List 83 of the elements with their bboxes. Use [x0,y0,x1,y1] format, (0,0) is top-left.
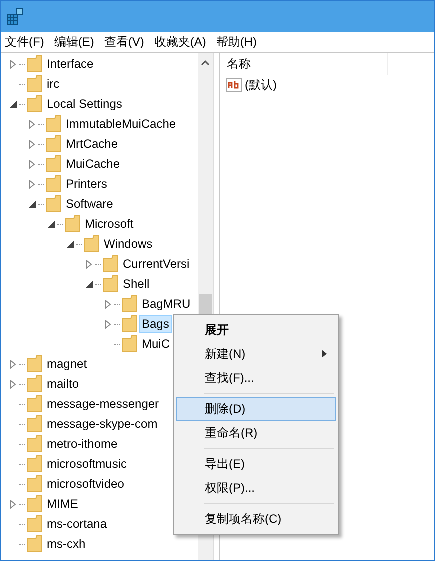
scroll-up-icon[interactable] [201,60,210,66]
folder-icon [103,275,119,293]
folder-icon [27,535,43,553]
tree-item[interactable]: ImmutableMuiCache [63,115,180,133]
menu-item[interactable]: 收藏夹(A) [150,34,212,50]
folder-icon [27,415,43,433]
value-name[interactable]: (默认) [245,76,277,94]
tree-item[interactable]: Microsoft [82,215,137,233]
folder-icon [122,335,138,353]
folder-icon [122,295,138,313]
folder-icon [27,495,43,513]
expanded-arrow-icon[interactable] [48,220,54,228]
collapsed-arrow-icon[interactable] [29,160,35,168]
menu-item[interactable]: 编辑(E) [50,34,100,50]
context-menu-item[interactable]: 复制项名称(C) [176,507,336,531]
collapsed-arrow-icon[interactable] [105,300,111,308]
folder-icon [27,475,43,493]
tree-item[interactable]: Shell [120,275,153,293]
tree-item[interactable]: Interface [44,55,97,73]
tree-item[interactable]: MIME [44,495,82,513]
menu-item[interactable]: 查看(V) [100,34,150,50]
context-menu-item[interactable]: 新建(N) [176,342,336,366]
expanded-arrow-icon[interactable] [86,280,92,288]
tree-item[interactable]: message-messenger [44,395,162,413]
tree-item[interactable]: Windows [101,235,156,253]
tree-item[interactable]: CurrentVersi [120,255,193,273]
tree-item[interactable]: Printers [63,175,110,193]
folder-icon [27,375,43,393]
collapsed-arrow-icon[interactable] [29,140,35,148]
context-menu-item[interactable]: 展开 [176,318,336,342]
context-menu-item[interactable]: 重命名(R) [176,421,336,445]
folder-icon [27,515,43,533]
tree-item[interactable]: magnet [44,355,90,373]
tree-item[interactable]: Software [63,195,116,213]
folder-icon [46,155,62,173]
expanded-arrow-icon[interactable] [28,200,36,208]
collapsed-arrow-icon[interactable] [105,320,111,328]
tree-item[interactable]: microsoftvideo [44,475,128,493]
folder-icon [46,135,62,153]
tree-item[interactable]: mailto [44,375,82,393]
column-header[interactable]: 名称 [220,53,388,75]
collapsed-arrow-icon[interactable] [10,360,16,368]
folder-icon [27,455,43,473]
collapsed-arrow-icon[interactable] [10,500,16,508]
expanded-arrow-icon[interactable] [10,100,16,108]
tree-item[interactable]: message-skype-com [44,415,161,433]
tree-item[interactable]: MuiCache [63,155,124,173]
context-menu-item[interactable]: 导出(E) [176,452,336,476]
context-menu-item[interactable]: 权限(P)... [176,476,336,500]
tree-item[interactable]: ms-cortana [44,515,110,533]
folder-icon [27,355,43,373]
folder-icon [103,255,119,273]
collapsed-arrow-icon[interactable] [10,380,16,388]
folder-icon [27,55,43,73]
collapsed-arrow-icon[interactable] [29,120,35,128]
folder-icon [27,395,43,413]
folder-icon [27,435,43,453]
tree-item[interactable]: ms-cxh [44,535,89,553]
tree-item[interactable]: irc [44,75,63,93]
folder-icon [46,115,62,133]
folder-icon [65,215,81,233]
context-menu-item[interactable]: 删除(D) [176,397,336,421]
tree-item[interactable]: MuiC [139,335,174,353]
tree-item[interactable]: Local Settings [44,95,126,113]
menu-item[interactable]: 帮助(H) [212,34,263,50]
collapsed-arrow-icon[interactable] [10,60,16,68]
tree-item[interactable]: microsoftmusic [44,455,130,473]
string-value-icon [226,77,242,93]
context-menu-item[interactable]: 查找(F)... [176,366,336,390]
folder-icon [84,235,100,253]
folder-icon [46,195,62,213]
collapsed-arrow-icon[interactable] [29,180,35,188]
tree-item[interactable]: Bags [139,315,172,333]
folder-icon [27,95,43,113]
menu-item[interactable]: 文件(F) [1,34,50,50]
registry-cubes-icon [7,8,25,26]
folder-icon [27,75,43,93]
expanded-arrow-icon[interactable] [66,240,74,248]
collapsed-arrow-icon[interactable] [86,260,92,268]
tree-item[interactable]: BagMRU [139,295,194,313]
folder-icon [46,175,62,193]
tree-item[interactable]: metro-ithome [44,435,121,453]
tree-item[interactable]: MrtCache [63,135,122,153]
